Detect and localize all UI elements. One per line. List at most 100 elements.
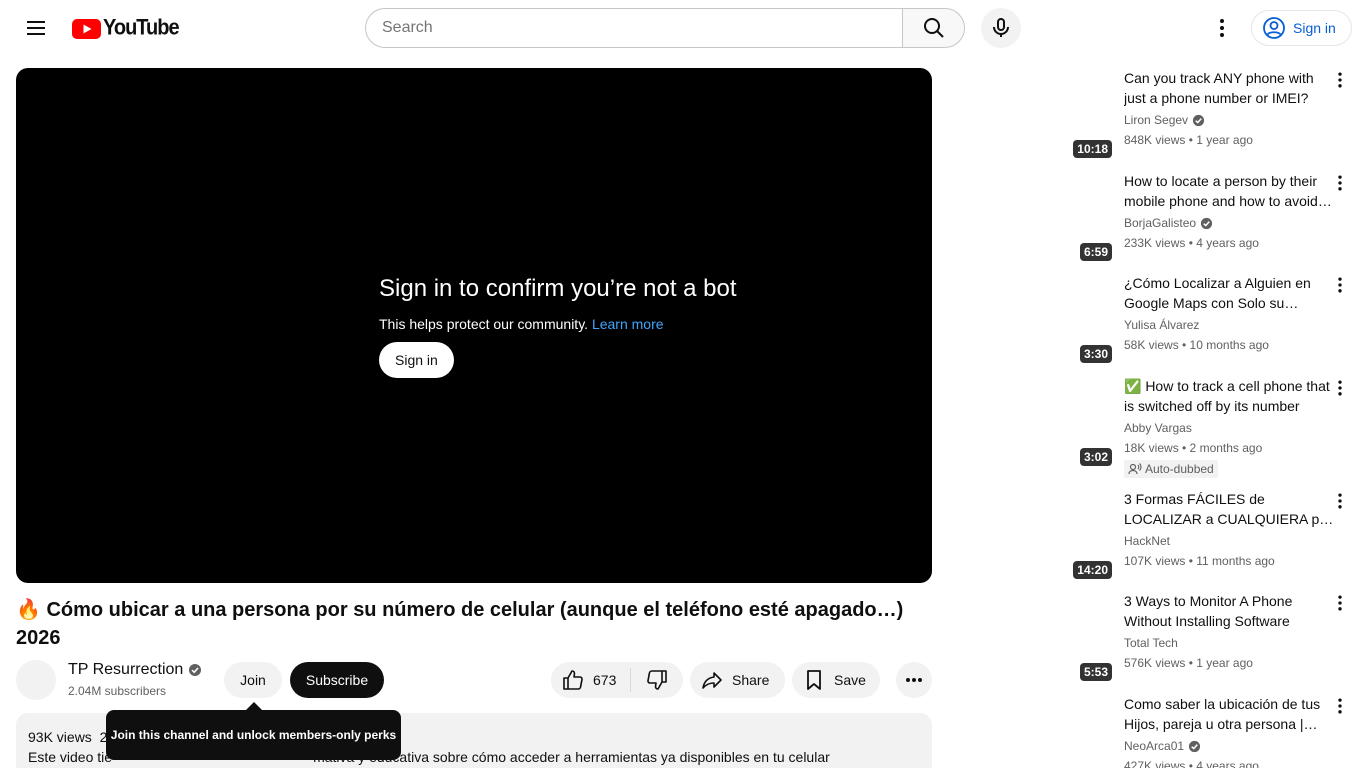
duration-badge: 3:02 [1079,448,1112,466]
related-title[interactable]: 3 Ways to Monitor A Phone Without Instal… [1124,591,1334,631]
view-count: 93K views [28,729,92,745]
related-title[interactable]: Can you track ANY phone with just a phon… [1124,68,1334,108]
share-button[interactable]: Share [690,662,785,698]
logo-text: YouTube [103,15,180,41]
save-label: Save [834,672,866,688]
kebab-icon [1338,595,1342,611]
related-thumbnail[interactable]: 14:20 [1072,489,1112,579]
related-info: Como saber la ubicación de tus Hijos, pa… [1124,694,1334,768]
related-title[interactable]: ✅ How to track a cell phone that is swit… [1124,376,1334,416]
bot-check-title: Sign in to confirm you’re not a bot [379,275,737,302]
masthead: YouTube Sign in [0,0,1366,56]
related-thumbnail[interactable]: 3:02 [1072,376,1112,466]
like-button[interactable]: 673 [551,668,631,692]
related-channel[interactable]: Yulisa Álvarez [1124,317,1334,333]
duration-badge: 3:30 [1079,345,1112,363]
bot-check-text: This helps protect our community. [379,316,589,332]
related-info: ✅ How to track a cell phone that is swit… [1124,376,1334,481]
related-more-button[interactable] [1328,489,1352,513]
sign-in-label: Sign in [1293,20,1336,36]
kebab-icon [1220,19,1224,37]
related-channel[interactable]: HackNet [1124,533,1334,549]
more-actions-button[interactable] [896,662,932,698]
related-meta: 427K views • 4 years ago [1124,759,1259,768]
related-channel-name: Yulisa Álvarez [1124,318,1200,332]
kebab-icon [1338,493,1342,509]
video-title-text: Cómo ubicar a una persona por su número … [16,599,904,649]
kebab-icon [1338,380,1342,396]
search-bar [365,8,965,48]
channel-name[interactable]: TP Resurrection [68,661,202,679]
related-channel[interactable]: Abby Vargas [1124,420,1334,436]
related-title[interactable]: How to locate a person by their mobile p… [1124,171,1334,211]
related-meta: 233K views • 4 years ago [1124,236,1259,250]
youtube-logo[interactable]: YouTube [72,15,180,41]
save-button[interactable]: Save [792,662,880,698]
kebab-icon [1338,175,1342,191]
related-more-button[interactable] [1328,591,1352,615]
related-thumbnail[interactable]: 6:59 [1072,171,1112,261]
sign-in-button[interactable]: Sign in [1251,10,1352,46]
player-sign-in-button[interactable]: Sign in [379,342,454,378]
related-info: 3 Ways to Monitor A Phone Without Instal… [1124,591,1334,671]
search-input[interactable] [365,8,902,48]
related-meta: 58K views • 10 months ago [1124,338,1269,352]
subscribe-button[interactable]: Subscribe [290,662,384,698]
related-info: 3 Formas FÁCILES de LOCALIZAR a CUALQUIE… [1124,489,1334,569]
related-thumbnail[interactable]: 3:30 [1072,273,1112,363]
subscriber-count: 2.04M subscribers [68,684,167,698]
more-horizontal-icon [906,678,922,682]
related-channel[interactable]: BorjaGalisteo [1124,215,1334,231]
account-icon [1263,17,1285,39]
related-meta: 848K views • 1 year ago [1124,133,1253,147]
related-thumbnail[interactable] [1072,694,1112,768]
related-channel-name: Liron Segev [1124,113,1189,127]
related-title[interactable]: Como saber la ubicación de tus Hijos, pa… [1124,694,1334,734]
related-info: How to locate a person by their mobile p… [1124,171,1334,251]
related-channel[interactable]: NeoArca01 [1124,738,1334,754]
related-channel-name: NeoArca01 [1124,739,1185,753]
related-more-button[interactable] [1328,171,1352,195]
duration-badge: 10:18 [1073,140,1112,158]
related-channel[interactable]: Total Tech [1124,635,1334,651]
thumbs-down-icon [647,670,667,690]
search-icon [923,18,944,38]
settings-menu-button[interactable] [1202,8,1242,48]
related-channel-name: BorjaGalisteo [1124,216,1197,230]
related-more-button[interactable] [1328,376,1352,400]
verified-icon [189,664,202,676]
hamburger-icon [27,21,45,35]
search-button[interactable] [902,8,965,48]
related-meta: 18K views • 2 months ago [1124,441,1263,455]
join-button[interactable]: Join [224,662,282,698]
share-label: Share [732,672,770,688]
related-more-button[interactable] [1328,694,1352,718]
related-title[interactable]: 3 Formas FÁCILES de LOCALIZAR a CUALQUIE… [1124,489,1334,529]
dislike-button[interactable] [631,662,683,698]
related-meta: 107K views • 11 months ago [1124,554,1275,568]
related-thumbnail[interactable]: 10:18 [1072,68,1112,158]
kebab-icon [1338,698,1342,714]
bookmark-icon [807,670,821,690]
related-more-button[interactable] [1328,273,1352,297]
channel-name-text: TP Resurrection [68,661,184,678]
related-channel-name: Total Tech [1124,636,1178,650]
related-more-button[interactable] [1328,68,1352,92]
kebab-icon [1338,277,1342,293]
voice-search-button[interactable] [981,8,1021,48]
menu-button[interactable] [16,8,56,48]
related-channel[interactable]: Liron Segev [1124,112,1334,128]
learn-more-link[interactable]: Learn more [592,316,664,332]
video-player[interactable]: Sign in to confirm you’re not a bot This… [16,68,932,583]
fire-emoji-icon: 🔥 [16,599,41,621]
kebab-icon [1338,72,1342,88]
related-title[interactable]: ¿Cómo Localizar a Alguien en Google Maps… [1124,273,1334,313]
duration-badge: 6:59 [1079,243,1112,261]
related-channel-name: Abby Vargas [1124,421,1192,435]
channel-avatar[interactable] [16,660,56,700]
related-thumbnail[interactable]: 5:53 [1072,591,1112,681]
verified-icon [1192,114,1205,126]
verified-icon [1200,217,1213,229]
related-channel-name: HackNet [1124,534,1171,548]
microphone-icon [993,18,1009,37]
